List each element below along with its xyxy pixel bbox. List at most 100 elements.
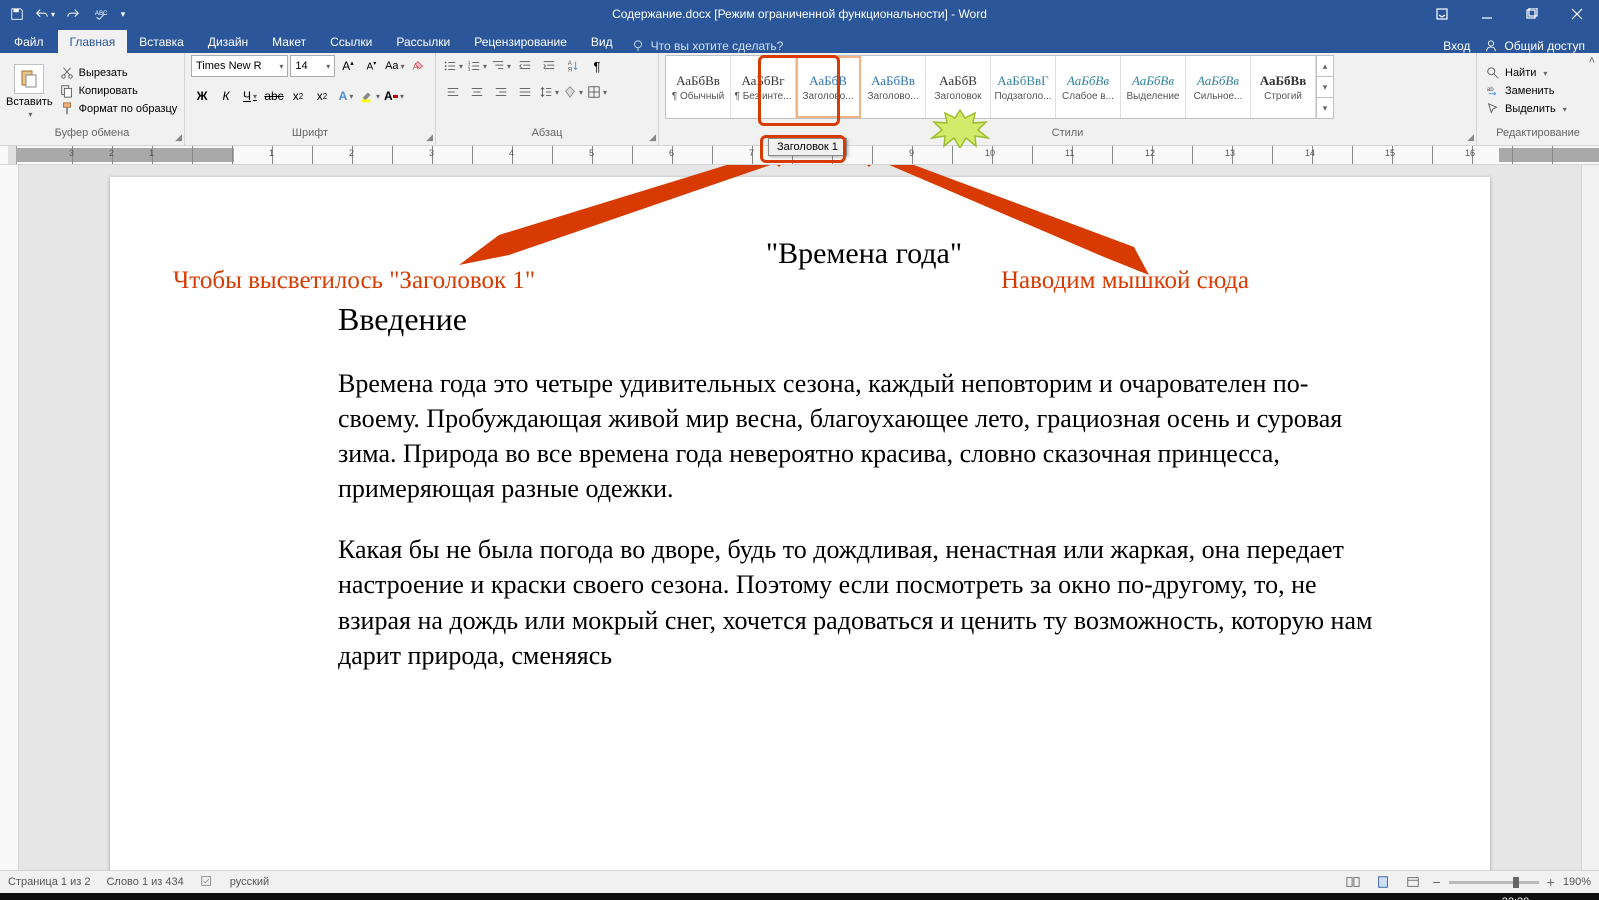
ribbon-options-icon[interactable] [1419,0,1464,28]
italic-button[interactable]: К [215,85,237,107]
web-layout-icon[interactable] [1402,873,1424,891]
style-subtle-emphasis[interactable]: АаБбВвСлабое в... [1056,56,1121,118]
align-left-icon[interactable] [442,81,464,103]
format-painter-button[interactable]: Формат по образцу [57,101,181,117]
replace-button[interactable]: abЗаменить [1483,83,1570,99]
style-nospacing[interactable]: АаБбВг¶ Без инте... [731,56,796,118]
outdent-icon[interactable] [514,55,536,77]
numbering-icon[interactable]: 123▾ [466,55,488,77]
zoom-out-icon[interactable]: − [1432,874,1440,890]
show-marks-icon[interactable]: ¶ [586,55,608,77]
strike-button[interactable]: abc [263,85,285,107]
zoom-in-icon[interactable]: + [1547,874,1555,890]
gallery-expand-icon[interactable]: ▾ [1317,98,1333,118]
subscript-button[interactable]: x2 [287,85,309,107]
style-heading1[interactable]: АаБбВЗаголово... [796,56,861,118]
share-button[interactable]: Общий доступ [1484,39,1585,53]
style-strong[interactable]: АаБбВвСтрогий [1251,56,1316,118]
task-view-icon[interactable] [88,893,132,900]
underline-button[interactable]: Ч▾ [239,85,261,107]
paste-button[interactable]: Вставить ▾ [6,55,53,127]
find-button[interactable]: Найти▾ [1483,65,1570,81]
gallery-scroll[interactable]: ▴▾▾ [1316,56,1333,118]
doc-title-text[interactable]: "Времена года" [338,237,1390,271]
yandex-app-icon[interactable]: Я [352,893,396,900]
gallery-up-icon[interactable]: ▴ [1317,56,1333,77]
store-app-icon[interactable] [176,893,220,900]
collapse-ribbon-icon[interactable]: ˄ [1589,55,1595,67]
tab-review[interactable]: Рецензирование [462,30,579,53]
tab-design[interactable]: Дизайн [196,30,260,53]
tab-home[interactable]: Главная [58,30,128,53]
cut-button[interactable]: Вырезать [57,65,181,81]
style-heading2[interactable]: АаБбВвЗаголово... [861,56,926,118]
font-launcher-icon[interactable]: ◢ [426,132,433,143]
clock[interactable]: 22:2030.06.2017 [1480,896,1551,900]
zoom-slider[interactable] [1449,881,1539,884]
grow-font-icon[interactable]: A▴ [337,55,358,77]
doc-paragraph-2[interactable]: Какая бы не была погода во дворе, будь т… [338,532,1390,672]
bold-button[interactable]: Ж [191,85,213,107]
explorer-app-icon[interactable] [132,893,176,900]
language-status[interactable]: русский [230,876,269,888]
read-mode-icon[interactable] [1342,873,1364,891]
align-center-icon[interactable] [466,81,488,103]
tab-layout[interactable]: Макет [260,30,318,53]
print-layout-icon[interactable] [1372,873,1394,891]
tab-references[interactable]: Ссылки [318,30,384,53]
signin-link[interactable]: Вход [1443,39,1470,53]
tell-me-search[interactable]: Что вы хотите сделать? [631,39,784,53]
style-normal[interactable]: АаБбВв¶ Обычный [666,56,731,118]
app-icon-2[interactable] [396,893,440,900]
indent-icon[interactable] [538,55,560,77]
clear-format-icon[interactable]: A [408,55,429,77]
superscript-button[interactable]: x2 [311,85,333,107]
word-app-icon[interactable]: W [440,893,484,900]
paragraph-launcher-icon[interactable]: ◢ [649,132,656,143]
multilevel-icon[interactable]: ▾ [490,55,512,77]
app-icon-1[interactable] [308,893,352,900]
style-emphasis[interactable]: АаБбВвВыделение [1121,56,1186,118]
qat-customize-icon[interactable]: ▾ [116,2,130,26]
chrome-app-icon[interactable] [264,893,308,900]
mail-app-icon[interactable] [220,893,264,900]
select-button[interactable]: Выделить▾ [1483,101,1570,117]
redo-icon[interactable] [60,2,86,26]
tab-file[interactable]: Файл [0,30,58,53]
align-right-icon[interactable] [490,81,512,103]
sort-icon[interactable]: АЯ [562,55,584,77]
action-center-icon[interactable]: 2 [1561,893,1595,900]
start-button[interactable] [0,893,44,900]
save-icon[interactable] [4,2,30,26]
justify-icon[interactable] [514,81,536,103]
borders-icon[interactable]: ▾ [586,81,608,103]
word-counter[interactable]: Слово 1 из 434 [106,876,183,888]
tab-insert[interactable]: Вставка [127,30,196,53]
shading-icon[interactable]: ▾ [562,81,584,103]
font-color-icon[interactable]: A▾ [383,85,405,107]
search-taskbar-icon[interactable] [44,893,88,900]
tab-mailings[interactable]: Рассылки [384,30,462,53]
tab-view[interactable]: Вид [579,30,625,53]
text-effects-icon[interactable]: A▾ [335,85,357,107]
change-case-icon[interactable]: Aa▾ [384,55,405,77]
page-counter[interactable]: Страница 1 из 2 [8,876,90,888]
minimize-icon[interactable] [1464,0,1509,28]
shrink-font-icon[interactable]: A▾ [361,55,382,77]
font-name-combo[interactable]: Times New R▾ [191,55,288,77]
vertical-ruler[interactable] [0,165,19,870]
styles-launcher-icon[interactable]: ◢ [1467,132,1474,143]
undo-icon[interactable]: ▾ [32,2,58,26]
doc-heading[interactable]: Введение [338,301,1390,338]
styles-gallery[interactable]: АаБбВв¶ Обычный АаБбВг¶ Без инте... АаБб… [665,55,1334,119]
highlight-icon[interactable]: ▾ [359,85,381,107]
font-size-combo[interactable]: 14▾ [290,55,335,77]
bullets-icon[interactable]: ▾ [442,55,464,77]
style-intense-emphasis[interactable]: АаБбВвСильное... [1186,56,1251,118]
clipboard-launcher-icon[interactable]: ◢ [175,132,182,143]
line-spacing-icon[interactable]: ▾ [538,81,560,103]
gallery-down-icon[interactable]: ▾ [1317,77,1333,98]
doc-paragraph-1[interactable]: Времена года это четыре удивительных сез… [338,366,1390,506]
style-subtitle[interactable]: АаБбВвГПодзаголо... [991,56,1056,118]
spellcheck-icon[interactable]: ABC [88,2,114,26]
